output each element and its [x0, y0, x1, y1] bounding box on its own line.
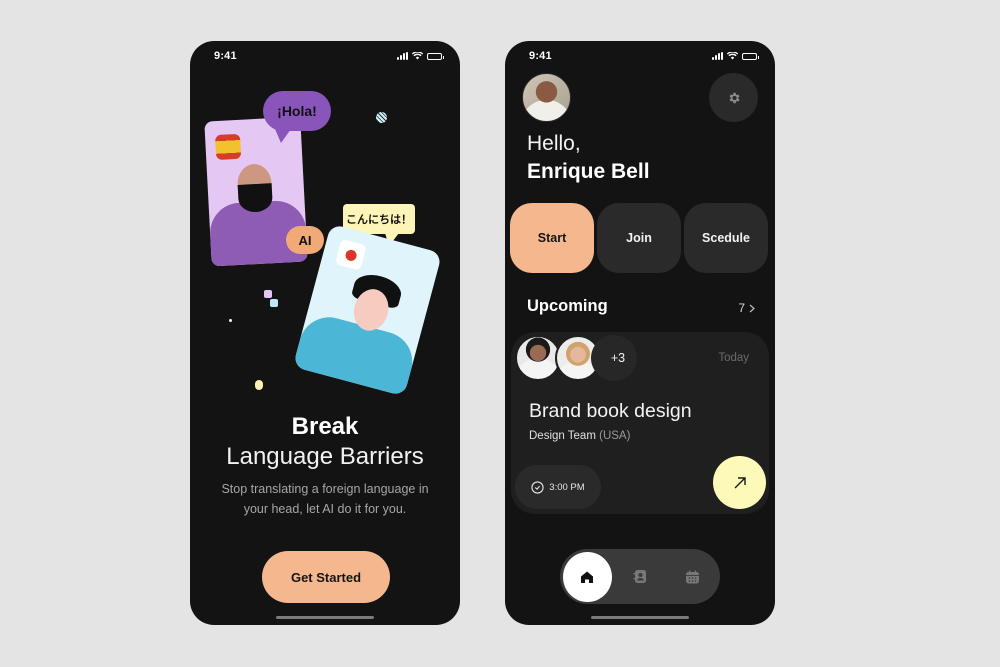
battery-icon: [427, 52, 444, 60]
home-icon: [581, 571, 594, 583]
status-bar: 9:41: [190, 41, 460, 71]
tab-home[interactable]: [563, 551, 612, 602]
globe-icon: [376, 112, 387, 123]
meeting-title: Brand book design: [529, 400, 692, 422]
onboarding-title-bold: Break: [291, 413, 359, 440]
translate-icon: [264, 290, 278, 308]
meeting-card[interactable]: +3 Today Brand book design Design Team (…: [511, 332, 769, 514]
meeting-time: 3:00 PM: [549, 481, 585, 493]
settings-button[interactable]: [709, 73, 758, 122]
upcoming-count: 7: [738, 301, 745, 315]
upcoming-heading: Upcoming: [527, 297, 608, 315]
tab-bar: [560, 549, 720, 604]
decorative-dot: [229, 319, 232, 322]
team-region: (USA): [599, 430, 631, 442]
onboarding-title-regular: Language Barriers: [226, 443, 424, 470]
wifi-icon: [727, 52, 738, 60]
greeting-text: Hello,: [527, 132, 581, 155]
meeting-date: Today: [718, 352, 749, 364]
cellular-signal-icon: [712, 52, 723, 60]
extra-participants-count: +3: [591, 335, 637, 381]
translation-illustration: ¡Hola! こんにちは！ AI: [200, 91, 450, 401]
onboarding-text: Break Language Barriers Stop translating…: [190, 413, 460, 519]
get-started-button[interactable]: Get Started: [262, 551, 390, 603]
user-name: Enrique Bell: [527, 160, 650, 183]
ai-badge: AI: [286, 226, 324, 254]
onboarding-screen: 9:41 ¡Hola! こんにちは！ AI Break Language Bar…: [190, 41, 460, 625]
quick-actions: Start Join Scedule: [510, 203, 775, 273]
tab-contacts[interactable]: [616, 552, 665, 602]
meeting-team: Design Team (USA): [529, 430, 630, 442]
cellular-signal-icon: [397, 52, 408, 60]
gear-icon: [729, 92, 740, 103]
battery-icon: [742, 52, 759, 60]
clock-icon: [531, 480, 544, 494]
tab-calendar[interactable]: [668, 552, 717, 602]
status-icons: [712, 52, 759, 60]
spain-flag-icon: [214, 133, 242, 161]
join-button[interactable]: Join: [597, 203, 681, 273]
meeting-time-chip: 3:00 PM: [515, 465, 601, 509]
team-name: Design Team: [529, 430, 596, 442]
microphone-icon: [255, 380, 263, 390]
home-indicator[interactable]: [591, 616, 689, 619]
chevron-right-icon: [749, 304, 755, 312]
wifi-icon: [412, 52, 423, 60]
spanish-speech-bubble: ¡Hola!: [263, 91, 331, 143]
calendar-icon: [686, 570, 700, 583]
home-screen: 9:41 Hello, Enrique Bell Start Join Sced…: [505, 41, 775, 625]
status-time: 9:41: [529, 50, 552, 62]
arrow-up-right-icon: [734, 476, 746, 488]
participant-avatars: +3: [515, 335, 637, 381]
upcoming-see-all-link[interactable]: 7: [738, 301, 755, 315]
status-time: 9:41: [214, 50, 237, 62]
contacts-book-icon: [633, 570, 646, 583]
status-icons: [397, 52, 444, 60]
status-bar: 9:41: [505, 41, 775, 71]
start-button[interactable]: Start: [510, 203, 594, 273]
schedule-button[interactable]: Scedule: [684, 203, 768, 273]
onboarding-subtitle: Stop translating a foreign language in y…: [221, 482, 429, 516]
user-avatar[interactable]: [522, 73, 571, 122]
japan-flag-icon: [334, 238, 367, 271]
home-indicator[interactable]: [276, 616, 374, 619]
open-meeting-button[interactable]: [713, 456, 766, 509]
